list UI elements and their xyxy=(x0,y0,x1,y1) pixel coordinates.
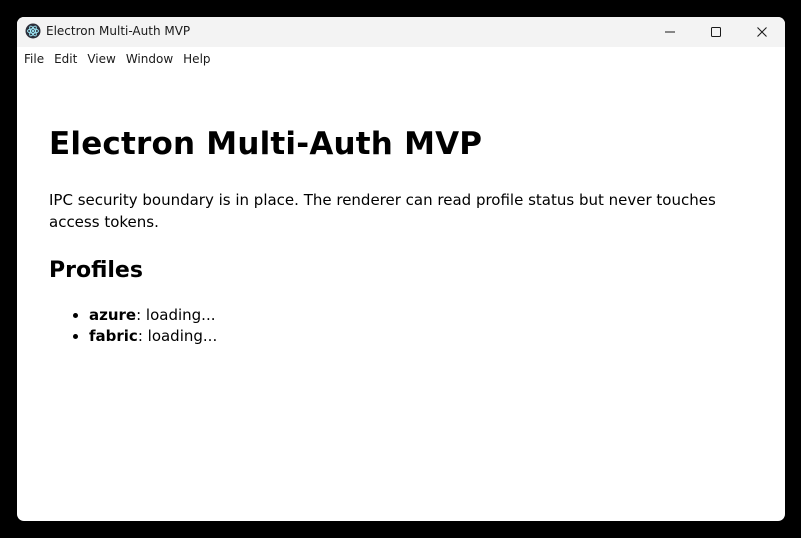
profile-item-fabric: fabric: loading... xyxy=(89,326,749,347)
page-title: Electron Multi-Auth MVP xyxy=(49,126,483,162)
electron-atom-icon xyxy=(25,23,41,39)
title-bar[interactable]: Electron Multi-Auth MVP xyxy=(17,17,785,47)
close-icon xyxy=(757,27,767,37)
close-button[interactable] xyxy=(739,17,785,47)
menu-edit[interactable]: Edit xyxy=(49,47,82,71)
menu-view[interactable]: View xyxy=(82,47,120,71)
menu-bar: File Edit View Window Help xyxy=(17,47,785,71)
page-content: Electron Multi-Auth MVP IPC security bou… xyxy=(49,125,749,347)
menu-help[interactable]: Help xyxy=(178,47,215,71)
app-window: Electron Multi-Auth MVP File Edit View W… xyxy=(17,17,785,521)
profile-item-azure: azure: loading... xyxy=(89,305,749,326)
minimize-icon xyxy=(665,31,675,33)
profile-name: fabric xyxy=(89,327,138,345)
maximize-button[interactable] xyxy=(693,17,739,47)
intro-text: IPC security boundary is in place. The r… xyxy=(49,191,716,231)
profiles-heading: Profiles xyxy=(49,258,143,283)
menu-file[interactable]: File xyxy=(19,47,49,71)
profile-name: azure xyxy=(89,306,137,324)
profiles-list: azure: loading... fabric: loading... xyxy=(49,305,749,347)
profile-status: : loading... xyxy=(137,327,218,345)
minimize-button[interactable] xyxy=(647,17,693,47)
window-title: Electron Multi-Auth MVP xyxy=(46,24,191,38)
maximize-icon xyxy=(711,27,721,37)
menu-window[interactable]: Window xyxy=(121,47,178,71)
profile-status: : loading... xyxy=(136,306,216,324)
